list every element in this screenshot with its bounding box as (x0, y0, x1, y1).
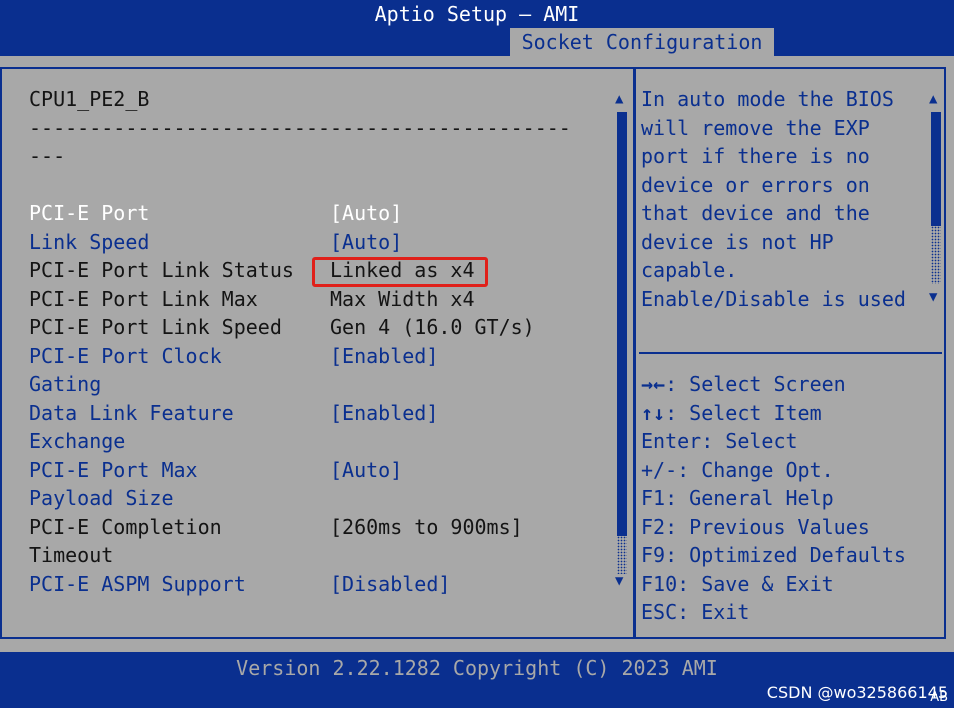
setting-value-port-clock-gating[interactable]: [Enabled] (330, 342, 438, 370)
setting-label-aspm-support[interactable]: PCI-E ASPM Support (29, 570, 246, 598)
key-desc: : Select Item (665, 400, 822, 425)
setting-label-link-speed-status: PCI-E Port Link Speed (29, 315, 282, 339)
scroll-up-icon[interactable]: ▲ (615, 92, 623, 106)
setting-value-data-link-feature[interactable]: [Enabled] (330, 399, 438, 427)
setting-label-link-status: PCI-E Port Link Status (29, 258, 294, 282)
help-text-line: device or errors on (641, 172, 870, 197)
setting-label-max-payload[interactable]: PCI-E Port Max (29, 456, 198, 484)
setup-panel: CPU1_PE2_B -----------------------------… (0, 56, 954, 652)
help-text-line: device is not HP (641, 229, 834, 254)
help-text-line: that device and the (641, 201, 870, 225)
vertical-divider (633, 67, 636, 639)
setting-value-completion-timeout: [260ms to 900ms] (330, 515, 523, 539)
key-legend-select-screen: →←: Select Screen (641, 370, 846, 399)
setting-value-link-speed-status: Gen 4 (16.0 GT/s) (330, 315, 535, 339)
setting-value-pcie-port[interactable]: [Auto] (330, 199, 402, 227)
setting-value-max-payload[interactable]: [Auto] (330, 456, 402, 484)
setting-label-port-clock-gating-cont[interactable]: Gating (29, 370, 101, 398)
help-text-line: In auto mode the BIOS (641, 87, 894, 111)
key-legend-general-help: F1: General Help (641, 486, 834, 510)
key-legend-save-exit: F10: Save & Exit (641, 571, 834, 596)
up-down-arrows-icon: ↑↓ (641, 400, 666, 425)
key-desc: : Select Screen (665, 372, 846, 396)
tab-socket-configuration[interactable]: Socket Configuration (510, 28, 774, 56)
setting-value-link-speed[interactable]: [Auto] (330, 228, 402, 256)
key-legend-change-opt: +/-: Change Opt. (641, 457, 834, 482)
scroll-down-icon[interactable]: ▼ (615, 574, 623, 588)
setting-label-port-clock-gating[interactable]: PCI-E Port Clock (29, 342, 222, 370)
setting-label-link-speed[interactable]: Link Speed (29, 228, 149, 256)
key-legend-optimized-defaults: F9: Optimized Defaults (641, 543, 906, 567)
key-legend-select-item: ↑↓: Select Item (641, 399, 822, 428)
setting-label-pcie-port[interactable]: PCI-E Port (29, 199, 149, 227)
setting-label-link-max: PCI-E Port Link Max (29, 287, 258, 311)
setting-label-data-link-feature-cont[interactable]: Exchange (29, 427, 125, 455)
scrollbar-thumb[interactable] (617, 112, 627, 536)
help-text-line: Enable/Disable is used (641, 286, 906, 311)
bios-title: Aptio Setup – AMI (374, 2, 580, 26)
help-text-line: will remove the EXP (641, 115, 870, 140)
help-scrollbar-thumb[interactable] (931, 112, 941, 226)
separator-line: ----------------------------------------… (29, 116, 571, 140)
left-right-arrows-icon: →← (641, 372, 666, 396)
help-text-line: capable. (641, 258, 738, 282)
setting-label-completion-timeout: PCI-E Completion (29, 515, 222, 539)
help-scroll-up-icon[interactable]: ▲ (929, 92, 937, 106)
watermark-text: CSDN @wo325866145 (766, 683, 948, 702)
separator-line: --- (29, 144, 66, 168)
help-divider (639, 352, 942, 354)
setting-label-completion-timeout-cont: Timeout (29, 543, 114, 567)
setting-label-data-link-feature[interactable]: Data Link Feature (29, 399, 234, 427)
csdn-watermark: CSDN @wo325866145 (767, 682, 948, 704)
help-scrollbar-track[interactable] (931, 226, 941, 284)
setting-value-aspm-support[interactable]: [Disabled] (330, 570, 450, 598)
help-text-line: port if there is no (641, 144, 870, 168)
setting-label-max-payload-cont[interactable]: Payload Size (29, 484, 174, 512)
help-scroll-down-icon[interactable]: ▼ (929, 290, 937, 304)
red-highlight-box (312, 257, 488, 287)
key-legend-exit: ESC: Exit (641, 600, 750, 624)
key-legend-previous-values: F2: Previous Values (641, 514, 870, 539)
scrollbar-track[interactable] (617, 536, 627, 574)
setting-value-link-max: Max Width x4 (330, 287, 475, 311)
overlay-text: AB (930, 690, 948, 705)
key-legend-enter: Enter: Select (641, 429, 798, 453)
version-footer: Version 2.22.1282 Copyright (C) 2023 AMI (236, 656, 718, 680)
section-heading: CPU1_PE2_B (29, 87, 150, 111)
